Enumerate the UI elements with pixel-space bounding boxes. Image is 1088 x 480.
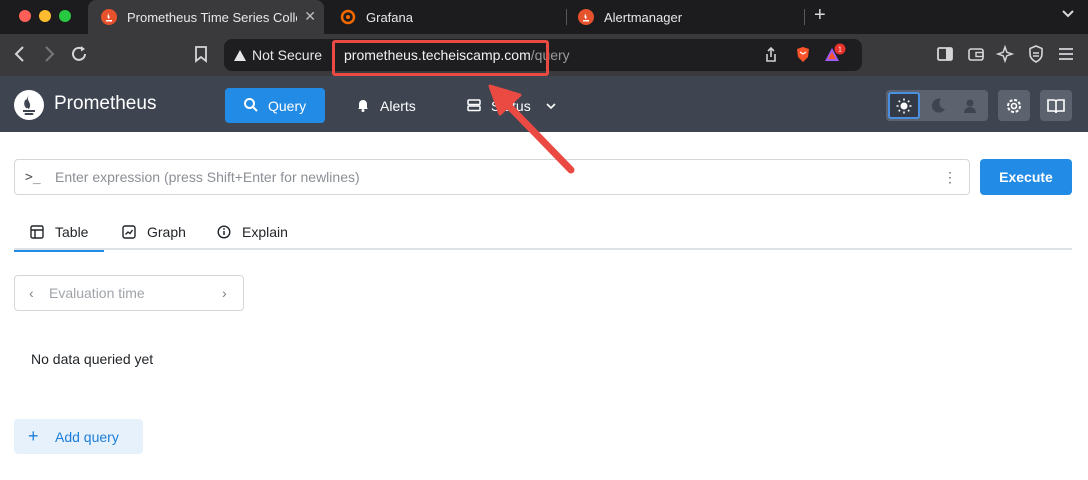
tab-graph[interactable]: Graph bbox=[122, 214, 202, 250]
tab-label: Graph bbox=[147, 224, 186, 240]
chevron-left-icon[interactable]: ‹ bbox=[29, 276, 34, 310]
grafana-icon bbox=[340, 9, 356, 25]
prometheus-icon bbox=[578, 9, 594, 25]
theme-switcher bbox=[886, 90, 988, 121]
add-query-label: Add query bbox=[55, 429, 119, 445]
nav-query[interactable]: Query bbox=[225, 88, 325, 123]
result-view-tabs: Table Graph Explain bbox=[14, 214, 1072, 252]
add-query-button[interactable]: + Add query bbox=[14, 419, 143, 454]
nav-status-dropdown[interactable]: Status bbox=[466, 88, 566, 123]
browser-tab-strip: Prometheus Time Series Colle ✕ Grafana A… bbox=[0, 0, 1088, 34]
screen: Prometheus Time Series Colle ✕ Grafana A… bbox=[0, 0, 1088, 480]
user-icon[interactable] bbox=[954, 92, 986, 119]
nav-label: Alerts bbox=[380, 97, 416, 114]
site-security-indicator[interactable]: Not Secure bbox=[234, 39, 322, 71]
prometheus-logo-icon[interactable] bbox=[14, 90, 44, 120]
bell-icon bbox=[355, 97, 371, 116]
rewards-badge-count: 1 bbox=[838, 47, 842, 54]
back-icon[interactable] bbox=[9, 43, 31, 65]
prometheus-icon bbox=[101, 9, 117, 25]
terminal-prompt-icon: >_ bbox=[25, 170, 41, 185]
tab-list-chevron-icon[interactable] bbox=[1061, 6, 1075, 23]
minimize-window-button[interactable] bbox=[39, 10, 51, 22]
new-tab-button[interactable]: + bbox=[814, 4, 826, 27]
nav-label: Status bbox=[491, 97, 531, 114]
wallet-icon[interactable] bbox=[965, 43, 987, 65]
evaluation-time-placeholder: Evaluation time bbox=[49, 285, 145, 301]
moon-icon[interactable] bbox=[922, 92, 954, 119]
docs-book-icon[interactable] bbox=[1040, 90, 1072, 121]
reload-icon[interactable] bbox=[68, 43, 90, 65]
tab-title: Alertmanager bbox=[604, 9, 683, 25]
info-icon bbox=[217, 225, 231, 239]
share-icon[interactable] bbox=[762, 39, 780, 71]
sidebar-toggle-icon[interactable] bbox=[934, 43, 956, 65]
leo-ai-icon[interactable] bbox=[995, 43, 1017, 65]
table-icon bbox=[30, 225, 44, 239]
more-vertical-icon[interactable]: ⋮ bbox=[943, 169, 957, 186]
sun-icon[interactable] bbox=[888, 92, 920, 119]
brave-rewards-icon[interactable]: 1 bbox=[822, 39, 846, 71]
security-label: Not Secure bbox=[252, 47, 323, 63]
browser-tab-alertmanager[interactable]: Alertmanager bbox=[578, 0, 798, 34]
nav-label: Query bbox=[268, 97, 307, 114]
search-icon bbox=[243, 97, 259, 116]
empty-state-message: No data queried yet bbox=[31, 351, 154, 367]
browser-tab-grafana[interactable]: Grafana bbox=[340, 0, 560, 34]
expression-editor[interactable]: >_ ⋮ bbox=[14, 159, 970, 195]
server-icon bbox=[466, 97, 482, 116]
url-highlight-box bbox=[332, 40, 549, 76]
tab-separator bbox=[804, 9, 805, 25]
nav-alerts[interactable]: Alerts bbox=[355, 88, 435, 123]
bookmark-icon[interactable] bbox=[190, 43, 212, 65]
brand-name[interactable]: Prometheus bbox=[54, 93, 156, 115]
chevron-right-icon[interactable]: › bbox=[222, 276, 227, 310]
zoom-window-button[interactable] bbox=[59, 10, 71, 22]
plus-icon: + bbox=[28, 426, 39, 446]
tab-title: Grafana bbox=[366, 9, 413, 25]
tab-title: Prometheus Time Series Colle bbox=[127, 9, 297, 25]
forward-icon[interactable] bbox=[38, 43, 60, 65]
tab-label: Explain bbox=[242, 224, 288, 240]
execute-button[interactable]: Execute bbox=[980, 159, 1072, 195]
tab-table[interactable]: Table bbox=[14, 214, 104, 252]
browser-tab-prometheus[interactable]: Prometheus Time Series Colle ✕ bbox=[88, 0, 324, 34]
warning-icon bbox=[234, 49, 246, 61]
close-tab-icon[interactable]: ✕ bbox=[304, 8, 316, 25]
tab-label: Table bbox=[55, 224, 89, 240]
chevron-down-icon bbox=[545, 99, 557, 115]
close-window-button[interactable] bbox=[19, 10, 31, 22]
evaluation-time-picker[interactable]: ‹ Evaluation time › bbox=[14, 275, 244, 311]
menu-icon[interactable] bbox=[1055, 43, 1077, 65]
vpn-shield-icon[interactable] bbox=[1025, 43, 1047, 65]
brave-shields-icon[interactable] bbox=[794, 39, 812, 71]
graph-icon bbox=[122, 225, 136, 239]
tab-separator bbox=[566, 9, 567, 25]
settings-gear-icon[interactable] bbox=[998, 90, 1030, 121]
expression-input[interactable] bbox=[55, 160, 935, 194]
tab-explain[interactable]: Explain bbox=[217, 214, 307, 250]
